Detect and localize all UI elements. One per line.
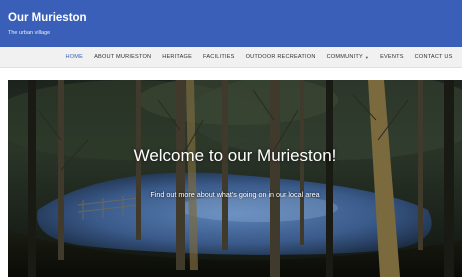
nav-item-events[interactable]: EVENTS (375, 54, 410, 60)
nav-label: ABOUT MURIESTON (94, 54, 152, 60)
header-spacer (0, 68, 462, 80)
nav-label: HERITAGE (162, 54, 193, 60)
nav-label: COMMUNITY (326, 54, 363, 60)
nav-item-about-murieston[interactable]: ABOUT MURIESTON (89, 54, 157, 60)
nav-label: OUTDOOR RECREATION (245, 54, 316, 60)
hero-background-image (8, 80, 462, 277)
nav-list: HOME ABOUT MURIESTON HERITAGE FACILITIES… (60, 47, 458, 67)
nav-item-contact-us[interactable]: CONTACT US (409, 54, 458, 60)
hero-banner: Welcome to our Murieston! Find out more … (8, 80, 462, 277)
chevron-down-icon: ▼ (364, 54, 370, 60)
main-navigation: HOME ABOUT MURIESTON HERITAGE FACILITIES… (0, 47, 462, 68)
nav-item-heritage[interactable]: HERITAGE (157, 54, 198, 60)
hero-heading: Welcome to our Murieston! (133, 146, 337, 165)
nav-item-community[interactable]: COMMUNITY ▼ (321, 54, 374, 60)
nav-label: HOME (65, 54, 84, 60)
hero-subheading: Find out more about what's going on in o… (150, 190, 320, 199)
nav-label: FACILITIES (203, 54, 235, 60)
nav-label: EVENTS (380, 54, 404, 60)
nav-label: CONTACT US (414, 54, 453, 60)
site-tagline: The urban village (8, 30, 51, 36)
nav-item-facilities[interactable]: FACILITIES (198, 54, 241, 60)
nav-item-outdoor-recreation[interactable]: OUTDOOR RECREATION (240, 54, 321, 60)
nav-item-home[interactable]: HOME (60, 54, 89, 60)
site-header: Our Murieston The urban village (0, 0, 462, 47)
site-title[interactable]: Our Murieston (8, 12, 87, 24)
